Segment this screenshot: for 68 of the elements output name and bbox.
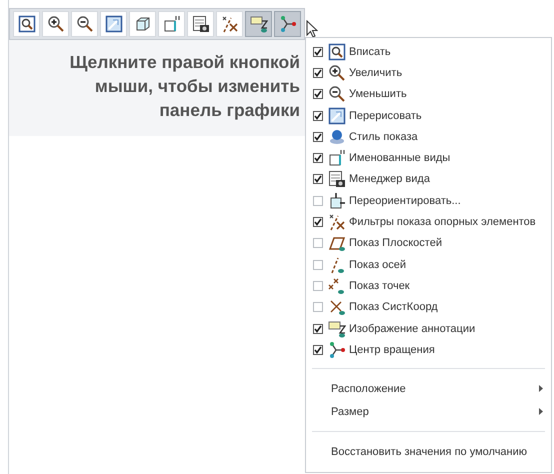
menu-item[interactable]: Вписать bbox=[349, 46, 391, 58]
checkbox[interactable] bbox=[313, 260, 323, 270]
fit-icon bbox=[328, 42, 346, 61]
menu-item[interactable]: Показ точек bbox=[349, 280, 410, 292]
submenu-item[interactable]: Расположение bbox=[331, 382, 406, 395]
menu-item[interactable]: Восстановить значения по умолчанию bbox=[331, 446, 528, 458]
menu-item[interactable]: Уменьшить bbox=[349, 88, 407, 100]
submenu-item[interactable]: Размер bbox=[331, 406, 369, 418]
checkbox[interactable] bbox=[313, 324, 323, 334]
menu-item[interactable]: Изображение аннотации bbox=[349, 322, 476, 334]
toolbar-button[interactable] bbox=[71, 11, 98, 37]
checkbox[interactable] bbox=[313, 110, 323, 121]
menu-item[interactable]: Показ осей bbox=[349, 258, 406, 271]
annotation-icon bbox=[250, 15, 268, 33]
toolbar-button[interactable] bbox=[13, 11, 40, 37]
checkbox[interactable] bbox=[313, 89, 323, 100]
checkbox[interactable] bbox=[313, 196, 323, 206]
submenu-arrow-icon bbox=[539, 408, 543, 416]
view-manager-icon bbox=[192, 15, 210, 33]
annotation-icon bbox=[328, 320, 346, 338]
toolbar-button[interactable] bbox=[245, 11, 272, 37]
toolbar-button[interactable] bbox=[158, 11, 185, 37]
checkbox[interactable] bbox=[313, 46, 323, 57]
menu-item[interactable]: Именованные виды bbox=[349, 152, 450, 164]
named-views-icon bbox=[328, 149, 346, 168]
checkbox[interactable] bbox=[313, 68, 323, 78]
named-views-icon bbox=[162, 15, 180, 33]
hint-text: Щелкните правой кнопкой мыши, чтобы изменить панель графики bbox=[68, 51, 300, 122]
datum-filter-icon bbox=[328, 213, 346, 232]
zoom-in-icon bbox=[46, 15, 64, 33]
points-icon bbox=[328, 276, 346, 295]
checkbox[interactable] bbox=[313, 217, 323, 228]
display-style-icon bbox=[328, 128, 346, 146]
checkbox[interactable] bbox=[313, 132, 323, 142]
datum-filter-icon bbox=[220, 15, 238, 33]
menu-item[interactable]: Центр вращения bbox=[349, 344, 435, 356]
checkbox[interactable] bbox=[313, 153, 323, 164]
checkbox[interactable] bbox=[313, 238, 323, 248]
menu-item[interactable]: Перерисовать bbox=[349, 110, 422, 122]
toolbar-button[interactable] bbox=[187, 11, 214, 37]
checkbox[interactable] bbox=[313, 344, 323, 355]
cube-icon bbox=[134, 15, 152, 33]
checkbox[interactable] bbox=[313, 302, 323, 312]
zoom-in-icon bbox=[328, 64, 346, 82]
reorient-icon bbox=[328, 192, 346, 210]
checkbox[interactable] bbox=[313, 174, 323, 184]
toolbar-button[interactable] bbox=[100, 11, 127, 37]
zoom-out-icon bbox=[76, 15, 94, 33]
csys-icon bbox=[328, 298, 346, 316]
menu-item[interactable]: Переориентировать... bbox=[349, 194, 461, 207]
submenu-arrow-icon bbox=[539, 385, 543, 392]
rotation-center-icon bbox=[328, 340, 346, 359]
redraw-icon bbox=[104, 15, 122, 33]
redraw-icon bbox=[328, 106, 346, 125]
toolbar-button[interactable] bbox=[216, 11, 243, 37]
fit-icon bbox=[18, 15, 36, 33]
menu-item[interactable]: Увеличить bbox=[349, 66, 402, 79]
zoom-out-icon bbox=[328, 85, 346, 104]
menu-item[interactable]: Стиль показа bbox=[349, 130, 418, 143]
toolbar-button[interactable] bbox=[42, 11, 69, 37]
menu-item[interactable]: Фильтры показа опорных элементов bbox=[349, 216, 536, 228]
rotation-center-icon bbox=[278, 15, 296, 33]
menu-item[interactable]: Показ СистКоорд bbox=[349, 301, 438, 314]
view-manager-icon bbox=[328, 170, 346, 188]
toolbar-button[interactable] bbox=[129, 11, 156, 37]
menu-item[interactable]: Показ Плоскостей bbox=[349, 237, 442, 250]
menu-item[interactable]: Менеджер вида bbox=[349, 173, 430, 186]
checkbox[interactable] bbox=[313, 280, 323, 291]
